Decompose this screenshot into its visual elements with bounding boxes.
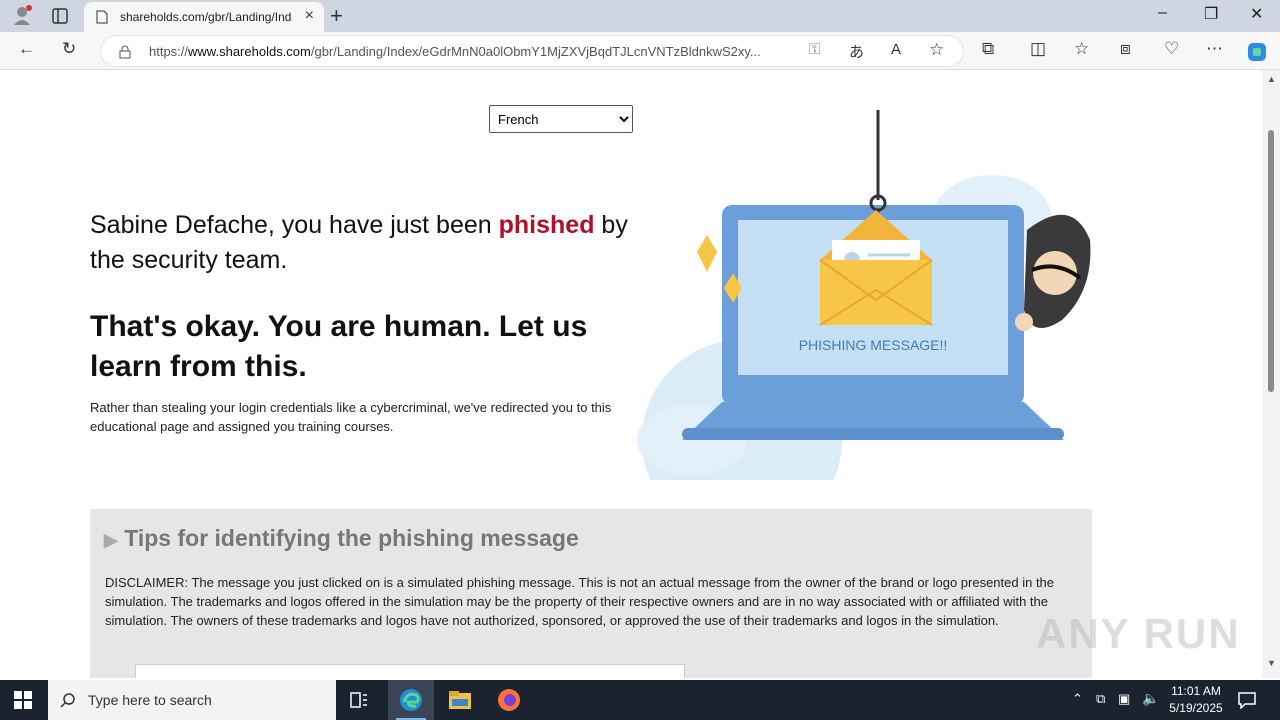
windows-start-icon[interactable] [14, 691, 32, 709]
collections-icon[interactable]: ⧈ [1120, 39, 1131, 59]
close-tab-icon[interactable]: × [305, 7, 314, 25]
search-icon [60, 693, 75, 708]
page-headline: Sabine Defache, you have just been phish… [90, 208, 630, 278]
notifications-icon[interactable] [1238, 691, 1256, 709]
taskbar-search[interactable]: Type here to search [48, 680, 336, 720]
page-viewport: French Sabine Defache, you have just bee… [0, 70, 1280, 678]
network-status-icon[interactable]: ⧉ [1096, 691, 1105, 707]
tips-toggle[interactable]: ▶ Tips for identifying the phishing mess… [104, 525, 579, 552]
favorites-icon[interactable]: ☆ [1074, 39, 1089, 59]
split-screen-icon[interactable]: ◫ [1030, 39, 1046, 59]
clock-time: 11:01 AM [1171, 684, 1221, 698]
network-icon[interactable]: ▣ [1118, 691, 1130, 707]
scroll-down-icon[interactable]: ▼ [1267, 658, 1276, 668]
copilot-icon[interactable] [1246, 41, 1268, 63]
tips-panel: ▶ Tips for identifying the phishing mess… [90, 509, 1092, 678]
tips-heading: Tips for identifying the phishing messag… [124, 525, 579, 551]
refresh-icon[interactable]: ↻ [62, 39, 76, 59]
watermark: ANY RUN [1036, 610, 1241, 657]
clock[interactable]: 11:01 AM 5/19/2025 [1164, 683, 1228, 717]
tips-content-box [135, 664, 685, 678]
file-explorer-icon[interactable] [448, 689, 472, 711]
read-aloud-icon[interactable]: A [891, 41, 901, 58]
page-icon [96, 10, 108, 24]
vertical-scrollbar[interactable]: ▲ ▼ [1262, 70, 1280, 678]
translate-icon[interactable]: あ [849, 41, 864, 62]
lock-icon[interactable] [119, 45, 131, 59]
more-menu-icon[interactable]: ⋯ [1206, 39, 1223, 59]
maximize-button[interactable]: ❐ [1204, 4, 1218, 24]
profile-icon[interactable] [12, 5, 32, 25]
taskbar-edge-active[interactable] [388, 680, 434, 720]
page-body-text: Rather than stealing your login credenti… [90, 400, 612, 434]
browser-tab[interactable]: shareholds.com/gbr/Landing/Ind × [84, 2, 324, 32]
volume-icon[interactable]: 🔈 [1142, 690, 1159, 707]
back-icon[interactable]: ← [18, 39, 35, 59]
tray-overflow-icon[interactable]: ⌃ [1072, 691, 1083, 707]
tab-actions-icon[interactable] [52, 8, 68, 24]
triangle-right-icon: ▶ [104, 530, 118, 550]
extensions-icon[interactable]: ⧉ [982, 39, 994, 59]
page-subheadline: That's okay. You are human. Let us learn… [90, 310, 588, 383]
edge-icon [400, 689, 422, 711]
minimize-button[interactable]: – [1158, 4, 1167, 22]
tab-title: shareholds.com/gbr/Landing/Ind [120, 10, 292, 24]
firefox-icon[interactable] [497, 688, 521, 712]
close-window-button[interactable]: ✕ [1250, 4, 1263, 24]
headline-emphasis: phished [498, 211, 595, 239]
language-select[interactable]: French [489, 105, 633, 133]
scroll-thumb[interactable] [1268, 130, 1274, 392]
scroll-up-icon[interactable]: ▲ [1267, 74, 1276, 84]
clock-date: 5/19/2025 [1169, 701, 1223, 715]
windows-taskbar: Type here to search ⌃ ⧉ ▣ 🔈 11:01 AM 5/1… [0, 680, 1280, 720]
key-icon[interactable]: ⚿ [809, 41, 820, 58]
browser-essentials-icon[interactable]: ♡ [1164, 39, 1179, 59]
url-text: https://www.shareholds.com/gbr/Landing/I… [149, 44, 761, 59]
headline-text: Sabine Defache, you have just been [90, 211, 499, 239]
illustration-label: PHISHING MESSAGE!! [799, 337, 948, 353]
browser-titlebar: shareholds.com/gbr/Landing/Ind × + – ❐ ✕ [0, 0, 1280, 32]
search-placeholder: Type here to search [88, 692, 212, 708]
favorite-star-icon[interactable]: ☆ [929, 40, 944, 60]
address-bar-row: ← ↻ https://www.shareholds.com/gbr/Landi… [0, 32, 1280, 70]
address-input[interactable]: https://www.shareholds.com/gbr/Landing/I… [100, 35, 964, 67]
phishing-illustration: PHISHING MESSAGE!! [637, 110, 1091, 480]
disclaimer-text: DISCLAIMER: The message you just clicked… [105, 575, 1055, 628]
new-tab-button[interactable]: + [330, 3, 343, 29]
task-view-icon[interactable] [350, 691, 368, 709]
